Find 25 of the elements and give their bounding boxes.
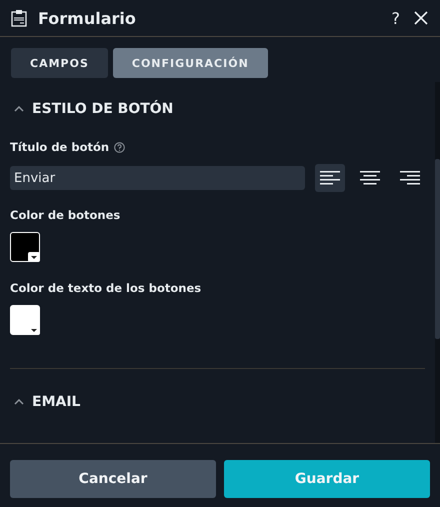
- field-label: Título de botón: [10, 140, 110, 154]
- tab[interactable]: CAMPOS: [11, 48, 108, 78]
- align-icon: [320, 171, 340, 185]
- help-icon: [114, 142, 126, 152]
- title-input[interactable]: Enviar: [10, 166, 305, 190]
- tab[interactable]: CONFIGURACIÓN: [112, 48, 268, 78]
- field-label: Color de botones: [10, 208, 120, 222]
- scrollbar-thumb[interactable]: [435, 159, 440, 339]
- section-header[interactable]: ESTILO DE BOTÓN: [10, 94, 178, 124]
- align-icon: [400, 171, 420, 185]
- close-icon: [414, 11, 428, 25]
- close-button[interactable]: [412, 11, 430, 25]
- chevron-icon: [14, 399, 24, 405]
- clipboard-icon: [10, 9, 28, 27]
- field-label: Color de texto de los botones: [10, 281, 202, 295]
- help-button[interactable]: ?: [390, 8, 402, 28]
- window-title: Formulario: [38, 8, 137, 28]
- caret-icon: [28, 252, 40, 262]
- chevron-icon: [14, 106, 24, 112]
- cancel-button[interactable]: Cancelar: [10, 460, 216, 498]
- align-icon: [360, 171, 380, 185]
- color-swatch[interactable]: [10, 305, 40, 335]
- color-swatch[interactable]: [10, 232, 40, 262]
- align-button[interactable]: [315, 164, 345, 192]
- section-header[interactable]: EMAIL: [10, 387, 84, 417]
